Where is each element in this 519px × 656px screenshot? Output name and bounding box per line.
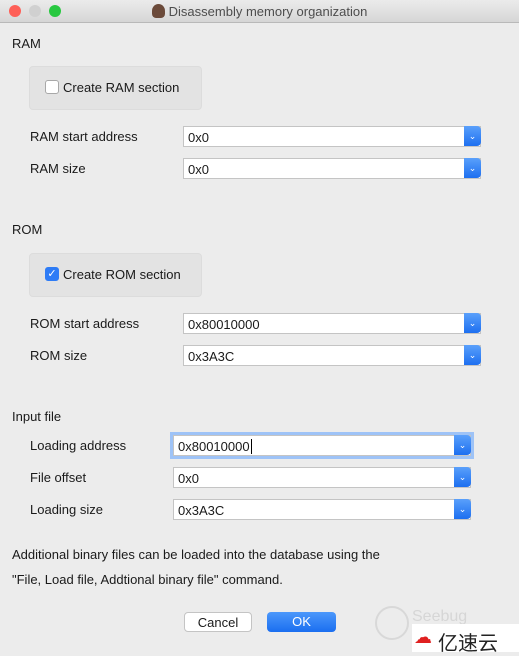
- chevron-down-icon[interactable]: ⌄: [464, 126, 481, 146]
- loading-address-value[interactable]: 0x80010000: [178, 439, 252, 454]
- ram-size-label: RAM size: [30, 161, 86, 176]
- loading-address-combo[interactable]: 0x80010000 ⌄: [173, 435, 471, 456]
- window-title-text: Disassembly memory organization: [168, 4, 368, 19]
- ram-heading: RAM: [12, 36, 41, 51]
- rom-start-value[interactable]: 0x80010000: [188, 317, 260, 332]
- ram-start-combo[interactable]: 0x0 ⌄: [183, 126, 481, 147]
- title-bar: Disassembly memory organization: [0, 0, 519, 23]
- ok-button[interactable]: OK: [267, 612, 336, 632]
- rom-size-label: ROM size: [30, 348, 88, 363]
- yisu-watermark: ☁ 亿速云: [412, 624, 519, 655]
- rom-group: ✓ Create ROM section: [29, 253, 202, 297]
- info-text-line2: "File, Load file, Addtional binary file"…: [12, 572, 283, 587]
- loading-size-combo[interactable]: 0x3A3C ⌄: [173, 499, 471, 520]
- cloud-logo-icon: ☁: [414, 627, 432, 647]
- input-file-heading: Input file: [12, 409, 62, 424]
- loading-address-label: Loading address: [30, 438, 127, 453]
- ram-start-label: RAM start address: [30, 129, 138, 144]
- rom-heading: ROM: [12, 222, 43, 237]
- rom-start-combo[interactable]: 0x80010000 ⌄: [183, 313, 481, 334]
- chevron-down-icon[interactable]: ⌄: [464, 313, 481, 333]
- info-text-line1: Additional binary files can be loaded in…: [12, 547, 380, 562]
- cancel-button[interactable]: Cancel: [184, 612, 252, 632]
- loading-size-value[interactable]: 0x3A3C: [178, 503, 224, 518]
- chevron-down-icon[interactable]: ⌄: [454, 499, 471, 519]
- create-rom-label[interactable]: Create ROM section: [63, 267, 181, 282]
- ram-size-combo[interactable]: 0x0 ⌄: [183, 158, 481, 179]
- file-offset-value[interactable]: 0x0: [178, 471, 199, 486]
- window-title: Disassembly memory organization: [0, 4, 519, 19]
- ram-start-value[interactable]: 0x0: [188, 130, 209, 145]
- ram-group: Create RAM section: [29, 66, 202, 110]
- chevron-down-icon[interactable]: ⌄: [464, 158, 481, 178]
- chevron-down-icon[interactable]: ⌄: [454, 435, 471, 455]
- loading-size-label: Loading size: [30, 502, 103, 517]
- app-icon: [151, 4, 165, 18]
- rom-start-label: ROM start address: [30, 316, 140, 331]
- rom-size-value[interactable]: 0x3A3C: [188, 349, 234, 364]
- create-ram-label[interactable]: Create RAM section: [63, 80, 179, 95]
- create-rom-checkbox[interactable]: ✓: [45, 267, 59, 281]
- chevron-down-icon[interactable]: ⌄: [464, 345, 481, 365]
- rom-size-combo[interactable]: 0x3A3C ⌄: [183, 345, 481, 366]
- chevron-down-icon[interactable]: ⌄: [454, 467, 471, 487]
- file-offset-label: File offset: [30, 470, 87, 485]
- ram-size-value[interactable]: 0x0: [188, 162, 209, 177]
- file-offset-combo[interactable]: 0x0 ⌄: [173, 467, 471, 488]
- seebug-logo-icon: [375, 606, 409, 640]
- create-ram-checkbox[interactable]: [45, 80, 59, 94]
